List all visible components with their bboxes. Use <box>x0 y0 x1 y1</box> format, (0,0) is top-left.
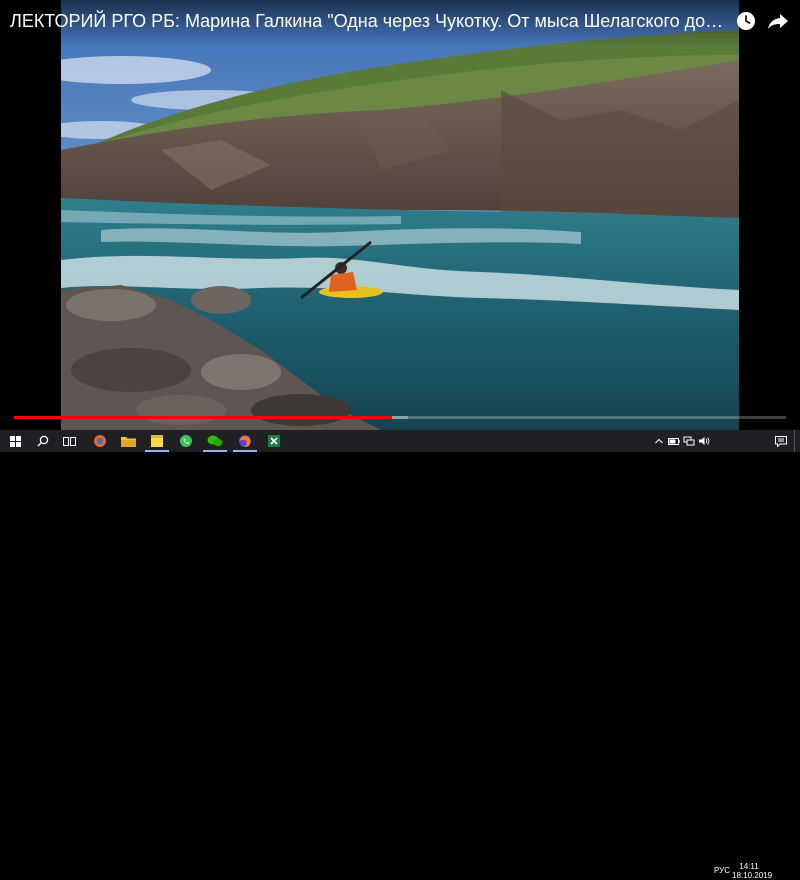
file-explorer-icon[interactable] <box>114 430 142 452</box>
excel-icon[interactable] <box>260 430 288 452</box>
wechat-icon[interactable] <box>200 430 230 452</box>
progress-loaded <box>392 416 408 419</box>
sticky-notes-icon[interactable] <box>142 430 172 452</box>
app-orange-icon[interactable] <box>86 430 114 452</box>
clock-time[interactable]: 14:11 <box>732 862 766 871</box>
progress-played <box>14 416 393 419</box>
language-indicator[interactable]: РУС <box>712 866 732 875</box>
firefox-icon[interactable] <box>230 430 260 452</box>
windows-start-icon[interactable] <box>0 430 30 452</box>
volume-icon[interactable] <box>697 430 711 452</box>
video-progress-bar[interactable] <box>14 416 786 419</box>
video-frame[interactable] <box>61 0 739 430</box>
task-view-icon[interactable] <box>56 430 84 452</box>
windows-taskbar: РУС 14:11 18.10.2019 <box>0 430 800 880</box>
chevron-up-icon[interactable] <box>652 430 666 452</box>
battery-icon[interactable] <box>667 430 681 452</box>
clock-icon[interactable] <box>734 9 758 33</box>
network-icon[interactable] <box>682 430 696 452</box>
search-icon[interactable] <box>30 430 56 452</box>
show-desktop-button[interactable] <box>794 430 800 452</box>
video-player[interactable]: ЛЕКТОРИЙ РГО РБ: Марина Галкина "Одна че… <box>0 0 800 430</box>
video-top-bar: ЛЕКТОРИЙ РГО РБ: Марина Галкина "Одна че… <box>0 0 800 46</box>
clock-date[interactable]: 18.10.2019 <box>732 871 772 880</box>
share-arrow-icon[interactable] <box>766 9 790 33</box>
notifications-icon[interactable] <box>772 430 790 452</box>
whatsapp-icon[interactable] <box>172 430 200 452</box>
video-scene-river-kayak <box>61 0 739 430</box>
video-title[interactable]: ЛЕКТОРИЙ РГО РБ: Марина Галкина "Одна че… <box>10 10 725 32</box>
